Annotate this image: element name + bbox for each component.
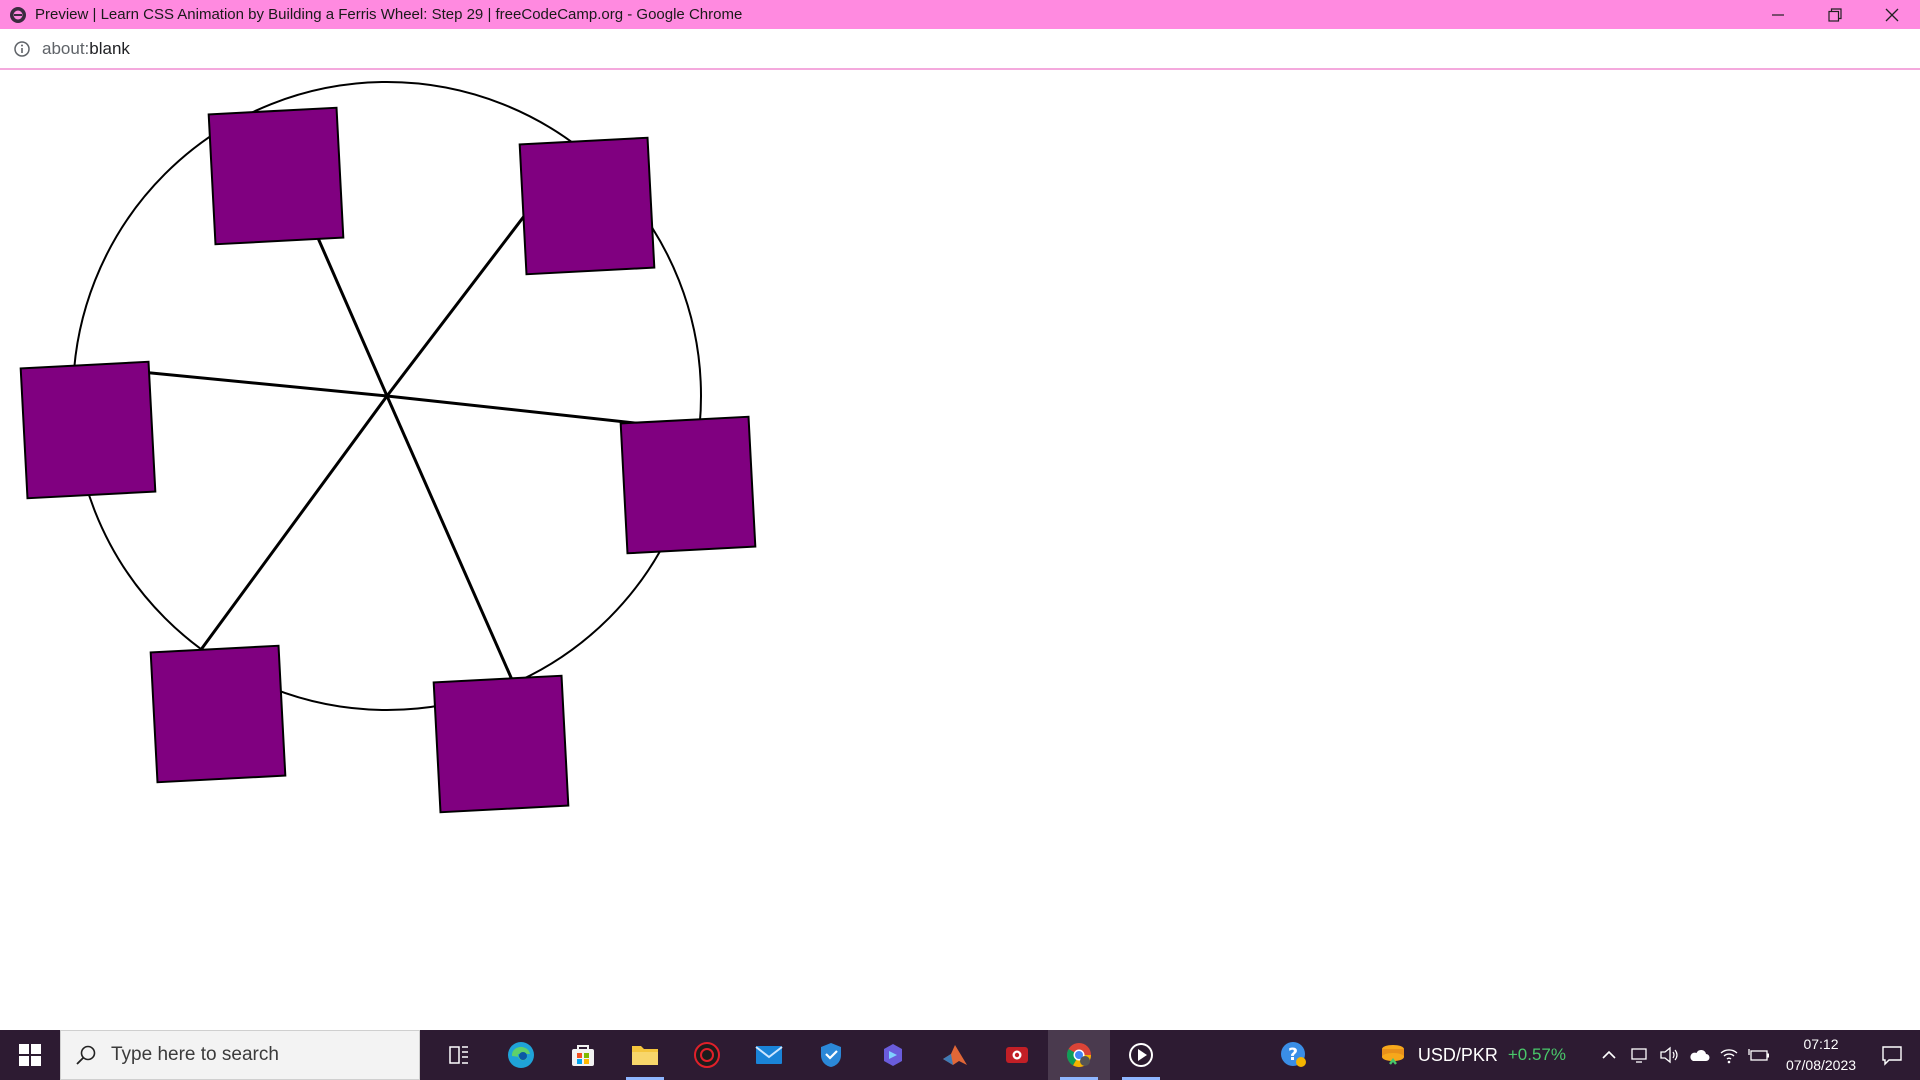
store-icon bbox=[572, 1045, 594, 1066]
app-red-icon bbox=[694, 1042, 720, 1068]
url-text[interactable]: about:blank bbox=[42, 39, 130, 59]
wheel-spoke-4 bbox=[385, 395, 515, 683]
wheel-spoke-1 bbox=[316, 237, 389, 397]
recorder-icon bbox=[1006, 1047, 1028, 1063]
search-icon bbox=[75, 1044, 97, 1066]
currency-ticker-widget[interactable]: USD/PKR +0.57% bbox=[1378, 1030, 1566, 1080]
mail-button[interactable] bbox=[738, 1030, 800, 1080]
cabin-5 bbox=[149, 644, 287, 784]
cabin-1 bbox=[207, 106, 345, 246]
media-player-button[interactable] bbox=[1110, 1030, 1172, 1080]
matlab-button[interactable] bbox=[924, 1030, 986, 1080]
start-button[interactable] bbox=[0, 1030, 60, 1080]
notification-icon bbox=[1882, 1046, 1902, 1066]
tray-display-button[interactable] bbox=[1624, 1030, 1654, 1080]
cabin-6 bbox=[432, 674, 570, 814]
edge-button[interactable] bbox=[490, 1030, 552, 1080]
windows-logo-icon bbox=[19, 1044, 41, 1066]
file-explorer-button[interactable] bbox=[614, 1030, 676, 1080]
notification-center-button[interactable] bbox=[1864, 1030, 1920, 1080]
display-icon bbox=[1631, 1048, 1647, 1063]
freecodecamp-favicon-icon bbox=[9, 6, 27, 24]
battery-icon bbox=[1748, 1049, 1769, 1061]
taskbar-clock[interactable]: 07:12 07/08/2023 bbox=[1778, 1034, 1864, 1076]
close-button[interactable] bbox=[1863, 0, 1920, 29]
store-button[interactable] bbox=[552, 1030, 614, 1080]
page-content bbox=[0, 71, 1920, 1030]
cabin-4 bbox=[619, 415, 757, 555]
system-tray: ? USD/PKR +0.57% 07:12 07/08/2023 bbox=[1270, 1030, 1920, 1080]
chrome-icon bbox=[1066, 1043, 1091, 1068]
clock-time: 07:12 bbox=[1803, 1036, 1839, 1052]
wheel-spoke-2 bbox=[385, 210, 530, 397]
network-button[interactable] bbox=[1714, 1030, 1744, 1080]
address-bar[interactable]: about:blank bbox=[0, 29, 1920, 70]
wheel-spoke-5 bbox=[198, 395, 389, 652]
cloud-icon bbox=[1690, 1049, 1710, 1061]
close-icon bbox=[1885, 8, 1898, 21]
clock-date: 07/08/2023 bbox=[1785, 1057, 1857, 1073]
defender-icon bbox=[821, 1043, 841, 1067]
onedrive-button[interactable] bbox=[1684, 1030, 1714, 1080]
mail-icon bbox=[755, 1046, 783, 1064]
search-placeholder: Type here to search bbox=[111, 1044, 279, 1065]
currency-pair: USD/PKR bbox=[1417, 1044, 1498, 1065]
recorder-button[interactable] bbox=[986, 1030, 1048, 1080]
task-view-icon bbox=[449, 1046, 468, 1064]
defender-button[interactable] bbox=[800, 1030, 862, 1080]
cabin-2 bbox=[518, 136, 656, 276]
media-player-icon bbox=[1129, 1043, 1153, 1067]
battery-button[interactable] bbox=[1744, 1030, 1774, 1080]
help-button[interactable]: ? bbox=[1270, 1030, 1318, 1080]
taskbar-search-box[interactable]: Type here to search bbox=[60, 1030, 420, 1080]
minimize-button[interactable] bbox=[1749, 0, 1806, 29]
ferris-wheel bbox=[19, 81, 757, 814]
chevron-up-icon bbox=[1602, 1050, 1616, 1059]
currency-change: +0.57% bbox=[1507, 1045, 1566, 1064]
file-explorer-icon bbox=[632, 1046, 658, 1065]
currency-coins-icon bbox=[1378, 1040, 1408, 1070]
cabin-3 bbox=[19, 360, 157, 500]
copilot-button[interactable] bbox=[862, 1030, 924, 1080]
minimize-icon bbox=[1771, 13, 1784, 16]
site-info-icon[interactable] bbox=[13, 40, 31, 58]
task-view-button[interactable] bbox=[428, 1030, 490, 1080]
help-icon: ? bbox=[1280, 1042, 1306, 1067]
volume-button[interactable] bbox=[1654, 1030, 1684, 1080]
matlab-icon bbox=[943, 1045, 967, 1065]
red-app-button[interactable] bbox=[676, 1030, 738, 1080]
edge-icon bbox=[508, 1042, 534, 1068]
windows-taskbar: Type here to search ? USD/PKR +0.57% 07:… bbox=[0, 1030, 1920, 1080]
copilot-icon bbox=[884, 1044, 902, 1066]
restore-icon bbox=[1827, 7, 1842, 22]
window-title: Preview | Learn CSS Animation by Buildin… bbox=[35, 6, 743, 23]
volume-icon bbox=[1660, 1046, 1678, 1064]
wifi-icon bbox=[1720, 1049, 1738, 1064]
restore-button[interactable] bbox=[1806, 0, 1863, 29]
chrome-button[interactable] bbox=[1048, 1030, 1110, 1080]
window-title-bar: Preview | Learn CSS Animation by Buildin… bbox=[0, 0, 1920, 29]
show-hidden-icons-button[interactable] bbox=[1594, 1030, 1624, 1080]
